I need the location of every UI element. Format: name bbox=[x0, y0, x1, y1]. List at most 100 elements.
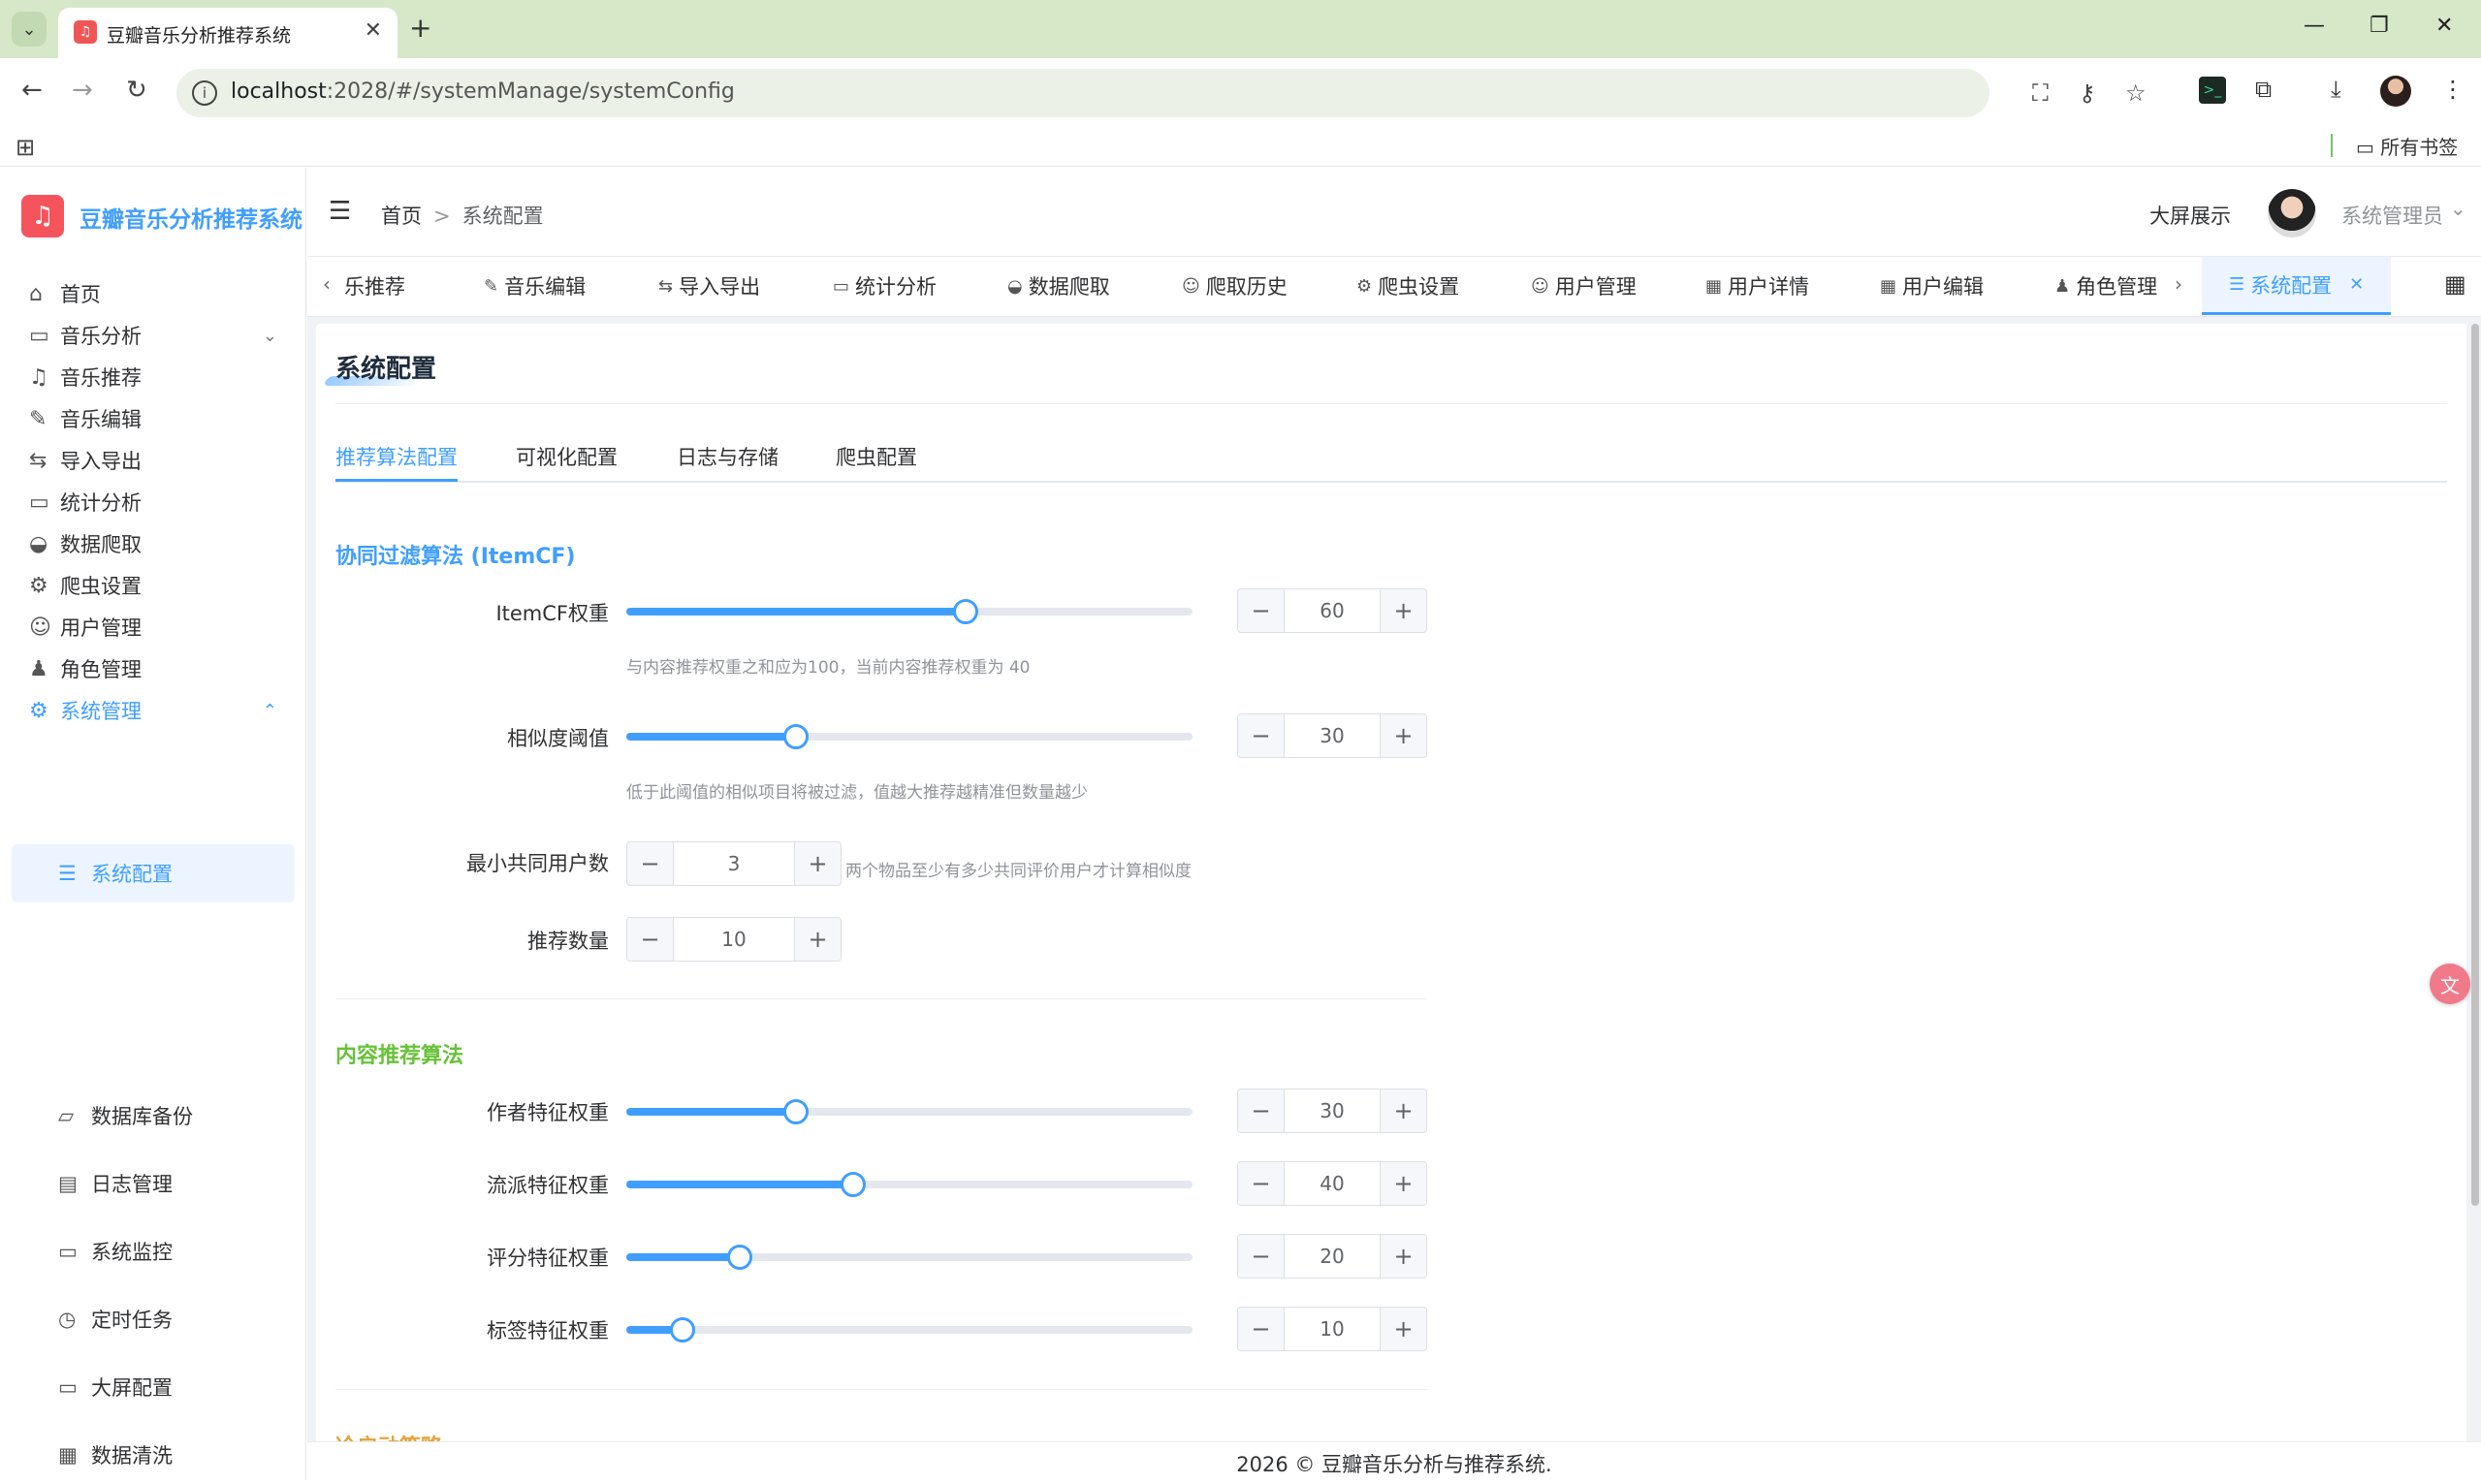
tag-close-icon[interactable]: ✕ bbox=[2349, 274, 2364, 295]
tag-weight-stepper[interactable]: −10 + bbox=[1237, 1307, 1427, 1351]
menu-toggle-icon[interactable]: ☰ bbox=[329, 197, 351, 226]
increase-button[interactable]: + bbox=[1380, 589, 1426, 632]
sidebar-subitem-db-backup[interactable]: ▱ 数据库备份 bbox=[12, 1087, 295, 1145]
increase-button[interactable]: + bbox=[794, 918, 841, 961]
tag-crawler-settings[interactable]: ⚙ 爬虫设置 bbox=[1356, 257, 1459, 315]
genre-weight-slider[interactable] bbox=[626, 1172, 1193, 1197]
browser-tab[interactable]: ♫ 豆瓣音乐分析推荐系统 ✕ bbox=[58, 8, 398, 58]
stepper-value[interactable]: 10 bbox=[1285, 1308, 1380, 1350]
key-icon[interactable]: ⚷ bbox=[2079, 79, 2096, 107]
tag-import-export[interactable]: ⇆ 导入导出 bbox=[658, 257, 760, 315]
similarity-threshold-stepper[interactable]: −30 + bbox=[1237, 713, 1427, 758]
sidebar-item-system-management[interactable]: ⚙ 系统管理 ⌃ bbox=[0, 681, 306, 740]
itemcf-weight-slider[interactable] bbox=[626, 599, 1193, 624]
decrease-button[interactable]: − bbox=[1238, 1235, 1285, 1278]
decrease-button[interactable]: − bbox=[1238, 1308, 1285, 1350]
tab-search-button[interactable]: ⌄ bbox=[12, 12, 47, 47]
sidebar-subitem-system-config[interactable]: ☰ 系统配置 bbox=[12, 844, 295, 902]
stepper-value[interactable]: 30 bbox=[1285, 714, 1380, 757]
similarity-threshold-slider[interactable] bbox=[626, 724, 1193, 749]
chevron-left-icon[interactable]: ‹ bbox=[323, 272, 331, 296]
sidebar-subitem-bigscreen-config[interactable]: ▭ 大屏配置 bbox=[12, 1358, 295, 1416]
all-bookmarks-folder[interactable]: ▭ 所有书签 bbox=[2356, 132, 2458, 160]
chevron-down-icon[interactable]: ⌄ bbox=[2450, 197, 2466, 220]
stepper-value[interactable]: 60 bbox=[1285, 589, 1380, 632]
back-arrow-icon[interactable]: ← bbox=[21, 76, 43, 105]
address-bar[interactable]: i localhost:2028/#/systemManage/systemCo… bbox=[176, 69, 2147, 117]
decrease-button[interactable]: − bbox=[1238, 1089, 1285, 1132]
tab-log-storage[interactable]: 日志与存储 bbox=[677, 442, 779, 471]
rating-weight-stepper[interactable]: −20 + bbox=[1237, 1234, 1427, 1279]
tag-user-edit[interactable]: ▦ 用户编辑 bbox=[1880, 257, 1984, 315]
forward-arrow-icon[interactable]: → bbox=[72, 76, 93, 105]
translate-icon[interactable]: ⛶ bbox=[2032, 79, 2049, 107]
translate-float-icon[interactable]: 文 bbox=[2430, 963, 2470, 1004]
tab-recommend-algorithm[interactable]: 推荐算法配置 bbox=[335, 442, 458, 471]
browser-profile-avatar[interactable] bbox=[2380, 76, 2411, 107]
tab-crawler-config[interactable]: 爬虫配置 bbox=[836, 442, 917, 471]
slider-handle[interactable] bbox=[783, 1099, 810, 1124]
more-menu-icon[interactable]: ⋮ bbox=[2441, 76, 2465, 103]
tag-crawl-history[interactable]: ☺ 爬取历史 bbox=[1182, 257, 1288, 315]
increase-button[interactable]: + bbox=[1380, 1308, 1426, 1350]
decrease-button[interactable]: − bbox=[1238, 589, 1285, 632]
increase-button[interactable]: + bbox=[1380, 714, 1426, 757]
tag-role-management[interactable]: ♟ 角色管理 bbox=[2054, 257, 2157, 315]
sidebar-subitem-scheduled-tasks[interactable]: ◷ 定时任务 bbox=[12, 1290, 295, 1348]
big-screen-link[interactable]: 大屏展示 bbox=[2149, 201, 2231, 230]
tag-data-crawl[interactable]: ◒ 数据爬取 bbox=[1007, 257, 1110, 315]
slider-handle[interactable] bbox=[840, 1172, 866, 1197]
slider-handle[interactable] bbox=[726, 1245, 752, 1270]
increase-button[interactable]: + bbox=[794, 842, 841, 885]
tab-close-icon[interactable]: ✕ bbox=[365, 18, 382, 43]
recommend-count-stepper[interactable]: −10 + bbox=[626, 917, 842, 962]
breadcrumb-home[interactable]: 首页 bbox=[381, 205, 422, 228]
decrease-button[interactable]: − bbox=[1238, 714, 1285, 757]
tag-system-config[interactable]: ☰ 系统配置 ✕ bbox=[2202, 257, 2392, 315]
minimize-button[interactable]: — bbox=[2304, 14, 2325, 38]
itemcf-weight-stepper[interactable]: −60 + bbox=[1237, 588, 1427, 633]
min-common-users-stepper[interactable]: −3 + bbox=[626, 841, 842, 886]
author-weight-stepper[interactable]: −30 + bbox=[1237, 1089, 1427, 1133]
tag-user-detail[interactable]: ▦ 用户详情 bbox=[1705, 257, 1809, 315]
avatar[interactable] bbox=[2268, 189, 2316, 237]
site-info-icon[interactable]: i bbox=[192, 80, 217, 106]
increase-button[interactable]: + bbox=[1380, 1235, 1426, 1278]
sidebar-subitem-log-management[interactable]: ▤ 日志管理 bbox=[12, 1154, 295, 1213]
stepper-value[interactable]: 20 bbox=[1285, 1235, 1380, 1278]
tag-statistics[interactable]: ▭ 统计分析 bbox=[833, 257, 937, 315]
rating-weight-slider[interactable] bbox=[626, 1245, 1193, 1270]
scrollbar-thumb[interactable] bbox=[2471, 324, 2479, 1206]
tag-music-edit[interactable]: ✎ 音乐编辑 bbox=[484, 257, 586, 315]
decrease-button[interactable]: − bbox=[1238, 1162, 1285, 1205]
increase-button[interactable]: + bbox=[1380, 1162, 1426, 1205]
increase-button[interactable]: + bbox=[1380, 1089, 1426, 1132]
author-weight-slider[interactable] bbox=[626, 1099, 1193, 1124]
decrease-button[interactable]: − bbox=[627, 918, 674, 961]
stepper-value[interactable]: 10 bbox=[674, 918, 794, 961]
slider-handle[interactable] bbox=[783, 724, 810, 749]
apps-grid-icon[interactable]: ⊞ bbox=[16, 134, 35, 161]
chevron-right-icon[interactable]: › bbox=[2175, 272, 2182, 296]
genre-weight-stepper[interactable]: −40 + bbox=[1237, 1161, 1427, 1206]
new-tab-button[interactable]: + bbox=[409, 12, 431, 44]
download-icon[interactable]: ⤓ bbox=[2331, 76, 2341, 103]
decrease-button[interactable]: − bbox=[627, 842, 674, 885]
sidebar-subitem-data-cleaning[interactable]: ▦ 数据清洗 bbox=[12, 1426, 295, 1484]
tag-user-management[interactable]: ☺ 用户管理 bbox=[1531, 257, 1637, 315]
tab-visualization[interactable]: 可视化配置 bbox=[516, 442, 618, 471]
extensions-icon[interactable]: ⧉ bbox=[2255, 76, 2272, 103]
user-name[interactable]: 系统管理员 bbox=[2341, 201, 2443, 230]
reload-icon[interactable]: ↻ bbox=[126, 76, 147, 105]
tag-music-recommend[interactable]: 乐推荐 bbox=[344, 257, 405, 315]
tag-weight-slider[interactable] bbox=[626, 1317, 1193, 1342]
window-close-button[interactable]: ✕ bbox=[2435, 14, 2453, 38]
tags-menu-grid-icon[interactable]: ▦ bbox=[2444, 270, 2466, 298]
stepper-value[interactable]: 3 bbox=[674, 842, 794, 885]
stepper-value[interactable]: 40 bbox=[1285, 1162, 1380, 1205]
restore-button[interactable]: ❐ bbox=[2370, 14, 2389, 38]
sidebar-subitem-system-monitor[interactable]: ▭ 系统监控 bbox=[12, 1222, 295, 1280]
stepper-value[interactable]: 30 bbox=[1285, 1089, 1380, 1132]
bookmark-star-icon[interactable]: ☆ bbox=[2125, 79, 2147, 107]
terminal-extension-icon[interactable]: >_ bbox=[2199, 77, 2226, 104]
